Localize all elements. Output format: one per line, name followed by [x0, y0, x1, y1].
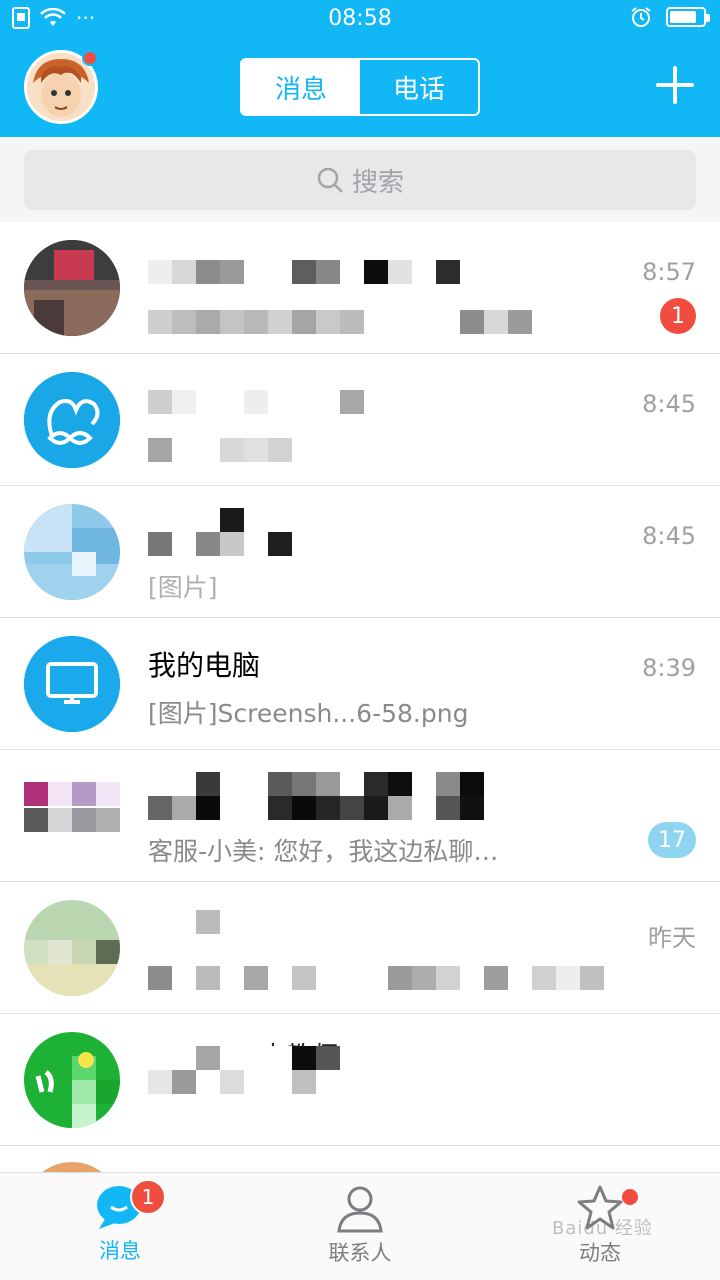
unread-badge: 17	[648, 822, 696, 858]
conversation-avatar	[24, 636, 120, 732]
conversation-row[interactable]: 客服-小美: 您好，我这边私聊… 17	[0, 750, 720, 882]
redacted-preview	[148, 438, 318, 462]
conversation-row[interactable]	[0, 1146, 720, 1172]
moments-notification-dot	[622, 1189, 638, 1205]
conversation-row[interactable]: 昨天	[0, 882, 720, 1014]
conversation-row[interactable]: 8:57 1	[0, 222, 720, 354]
tab-label: 消息	[99, 1239, 141, 1263]
redacted-name	[148, 910, 248, 934]
redacted-preview	[148, 310, 568, 334]
redacted-name	[148, 260, 468, 290]
tab-contacts[interactable]: 联系人	[300, 1183, 420, 1273]
status-bar: ··· 08:58	[0, 0, 720, 40]
status-time: 08:58	[328, 6, 392, 31]
tab-calls[interactable]: 电话	[360, 60, 478, 114]
conversation-avatar	[24, 1032, 120, 1128]
conversation-row[interactable]: [图片] 8:45	[0, 486, 720, 618]
conversation-time: 8:57	[642, 258, 696, 286]
conversation-avatar	[24, 372, 120, 468]
conversation-time: 昨天	[648, 924, 696, 952]
conversation-list: 8:57 1 8:45 [图片] 8:45 我的电脑 [图片]Screensh.…	[0, 222, 720, 1172]
conversation-preview: [图片]	[148, 573, 218, 602]
conversation-avatar	[24, 768, 120, 864]
redacted-name	[148, 772, 488, 820]
conversation-preview: 客服-小美: 您好，我这边私聊…	[148, 837, 499, 866]
conversation-row[interactable]: 我的电脑 [图片]Screensh...6-58.png 8:39	[0, 618, 720, 750]
conversation-avatar	[24, 1162, 120, 1172]
message-call-switch: 消息 电话	[240, 58, 480, 116]
redacted-name	[148, 390, 388, 414]
add-icon[interactable]	[656, 66, 694, 104]
search-icon	[317, 167, 343, 193]
tab-unread-badge: 1	[130, 1179, 166, 1215]
conversation-time: 8:39	[642, 654, 696, 682]
tab-label: 动态	[579, 1241, 621, 1265]
unread-badge: 1	[660, 298, 696, 334]
conversation-name: 我的电脑	[148, 649, 261, 682]
search-placeholder: 搜索	[351, 167, 404, 198]
top-bar: ··· 08:58 消息 电话	[0, 0, 720, 137]
contacts-icon	[337, 1186, 383, 1233]
battery-icon	[666, 7, 710, 27]
conversation-avatar	[24, 504, 120, 600]
conversation-avatar	[24, 900, 120, 996]
conversation-avatar	[24, 240, 120, 336]
conversation-preview: [图片]Screensh...6-58.png	[148, 699, 469, 728]
tab-label: 联系人	[328, 1241, 392, 1265]
redacted-preview	[148, 966, 648, 990]
alarm-icon	[631, 7, 651, 27]
redacted-name	[148, 1046, 348, 1094]
conversation-time: 8:45	[642, 390, 696, 418]
profile-notification-dot	[82, 50, 98, 66]
tab-messages[interactable]: 消息	[242, 60, 360, 114]
redacted-name	[148, 508, 298, 556]
conversation-row[interactable]: 中教师	[0, 1014, 720, 1146]
tab-messages-bottom[interactable]: 消息 1	[60, 1179, 180, 1273]
search-bar[interactable]: 搜索	[24, 150, 696, 210]
conversation-time: 8:45	[642, 522, 696, 550]
watermark: Baidu 经验	[552, 1218, 653, 1239]
conversation-row[interactable]: 8:45	[0, 354, 720, 486]
